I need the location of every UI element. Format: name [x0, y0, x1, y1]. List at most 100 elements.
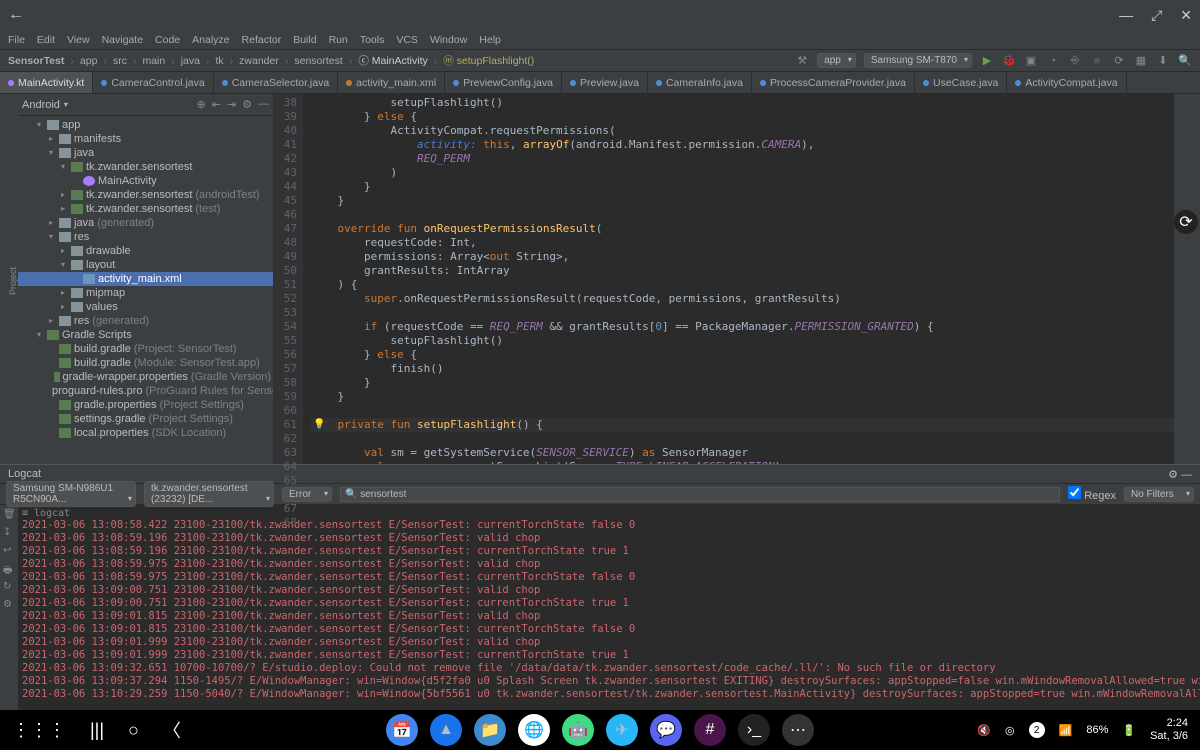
breadcrumb-project[interactable]: SensorTest — [8, 55, 64, 67]
notification-count[interactable]: 2 — [1029, 722, 1045, 738]
tree-node[interactable]: ▸drawable — [18, 244, 273, 258]
tab-CameraInfo.java[interactable]: CameraInfo.java — [648, 72, 752, 93]
debug-icon[interactable]: 🐞 — [1002, 54, 1016, 68]
breadcrumb-part[interactable]: tk — [215, 55, 223, 67]
left-tool-strip[interactable]: Project Resource Manager — [0, 94, 18, 464]
soft-wrap-icon[interactable]: ↩ — [3, 545, 15, 557]
minimize-icon[interactable]: — — [1119, 7, 1133, 24]
menu-navigate[interactable]: Navigate — [102, 34, 143, 46]
tree-node[interactable]: ▾res — [18, 230, 273, 244]
breadcrumb-part[interactable]: zwander — [239, 55, 279, 67]
menu-tools[interactable]: Tools — [360, 34, 385, 46]
tab-PreviewConfig.java[interactable]: PreviewConfig.java — [445, 72, 562, 93]
tree-node[interactable]: activity_main.xml — [18, 272, 273, 286]
restore-icon[interactable]: ⤢ — [1151, 7, 1162, 24]
refresh-overlay-icon[interactable]: ⟳ — [1174, 210, 1198, 234]
mute-icon[interactable]: 🔇 — [977, 724, 991, 737]
back-nav-icon[interactable]: 〈 — [163, 717, 181, 743]
logcat-device-dropdown[interactable]: Samsung SM-N986U1 R5CN90A... — [6, 481, 136, 507]
auto-app-icon[interactable]: ▲ — [430, 714, 462, 746]
tree-node[interactable]: ▾Gradle Scripts — [18, 328, 273, 342]
tree-node[interactable]: ▸res (generated) — [18, 314, 273, 328]
breadcrumb-method[interactable]: ⓜ setupFlashlight() — [443, 53, 534, 68]
menu-run[interactable]: Run — [329, 34, 348, 46]
menu-edit[interactable]: Edit — [37, 34, 55, 46]
logcat-level-dropdown[interactable]: Error — [282, 487, 332, 502]
breadcrumb-part[interactable]: java — [181, 55, 200, 67]
settings2-icon[interactable]: ⚙ — [3, 599, 15, 611]
tree-node[interactable]: proguard-rules.pro (ProGuard Rules for S… — [18, 384, 273, 398]
logcat-filter-dropdown[interactable]: No Filters — [1124, 487, 1194, 502]
tree-node[interactable]: settings.gradle (Project Settings) — [18, 412, 273, 426]
apps-icon[interactable]: ⋮⋮⋮ — [12, 720, 66, 741]
tree-node[interactable]: ▸values — [18, 300, 273, 314]
attach-icon[interactable]: ⎆ — [1068, 54, 1082, 68]
code-content[interactable]: setupFlashlight() } else { ActivityCompa… — [303, 94, 1174, 464]
logcat-hide-icon[interactable]: — — [1181, 469, 1192, 481]
tab-MainActivity.kt[interactable]: MainActivity.kt — [0, 72, 93, 93]
gear-icon[interactable]: ⚙ — [242, 98, 252, 111]
breadcrumb-part[interactable]: src — [113, 55, 127, 67]
tree-node[interactable]: ▾layout — [18, 258, 273, 272]
discord-app-icon[interactable]: 💬 — [650, 714, 682, 746]
menu-help[interactable]: Help — [479, 34, 501, 46]
menu-view[interactable]: View — [67, 34, 90, 46]
search-icon[interactable]: 🔍 — [1178, 54, 1192, 68]
tree-node[interactable]: ▸tk.zwander.sensortest (androidTest) — [18, 188, 273, 202]
close-icon[interactable]: ✕ — [1180, 7, 1192, 24]
more-apps-icon[interactable]: ⋯ — [782, 714, 814, 746]
calendar-app-icon[interactable]: 📅 — [386, 714, 418, 746]
menu-code[interactable]: Code — [155, 34, 180, 46]
logcat-title[interactable]: Logcat — [8, 468, 41, 480]
menu-refactor[interactable]: Refactor — [242, 34, 282, 46]
tree-node[interactable]: ▾app — [18, 118, 273, 132]
tree-node[interactable]: build.gradle (Project: SensorTest) — [18, 342, 273, 356]
telegram-app-icon[interactable]: ✈ — [606, 714, 638, 746]
profile-icon[interactable]: ◔ — [1046, 54, 1060, 68]
collapse-icon[interactable]: ⇤ — [212, 98, 221, 111]
menu-analyze[interactable]: Analyze — [192, 34, 229, 46]
sdk-icon[interactable]: ⬇ — [1156, 54, 1170, 68]
tab-CameraSelector.java[interactable]: CameraSelector.java — [214, 72, 338, 93]
menu-build[interactable]: Build — [293, 34, 316, 46]
tab-Preview.java[interactable]: Preview.java — [562, 72, 648, 93]
breadcrumb-part[interactable]: app — [80, 55, 98, 67]
breadcrumb[interactable]: SensorTest › app › src › main › java › t… — [8, 53, 534, 68]
run-icon[interactable]: ▶ — [980, 54, 994, 68]
error-strip[interactable] — [1174, 94, 1186, 464]
slack-app-icon[interactable]: # — [694, 714, 726, 746]
breadcrumb-part[interactable]: main — [142, 55, 165, 67]
project-tool-label[interactable]: Project — [8, 267, 18, 295]
expand-icon[interactable]: ⇥ — [227, 98, 236, 111]
restart-icon[interactable]: ↻ — [3, 581, 15, 593]
tree-node[interactable]: ▸mipmap — [18, 286, 273, 300]
back-arrow-icon[interactable]: ← — [8, 6, 24, 24]
log-output[interactable]: ≡ logcat2021-03-06 13:08:58.422 23100-23… — [18, 505, 1200, 712]
hide-icon[interactable]: — — [258, 98, 269, 111]
tree-node[interactable]: ▾java — [18, 146, 273, 160]
android-app-icon[interactable]: 🤖 — [562, 714, 594, 746]
tree-node[interactable]: gradle-wrapper.properties (Gradle Versio… — [18, 370, 273, 384]
tree-node[interactable]: local.properties (SDK Location) — [18, 426, 273, 440]
tree-node[interactable]: ▸tk.zwander.sensortest (test) — [18, 202, 273, 216]
scroll-end-icon[interactable]: ↧ — [3, 527, 15, 539]
breadcrumb-part[interactable]: sensortest — [294, 55, 342, 67]
tab-activity_main.xml[interactable]: activity_main.xml — [338, 72, 445, 93]
logcat-process-dropdown[interactable]: tk.zwander.sensortest (23232) [DE... — [144, 481, 274, 507]
device-dropdown[interactable]: Samsung SM-T870 — [864, 53, 972, 68]
chrome-app-icon[interactable]: 🌐 — [518, 714, 550, 746]
target-icon[interactable]: ⊕ — [196, 98, 205, 111]
clock[interactable]: 2:24 Sat, 3/6 — [1150, 717, 1188, 743]
code-editor[interactable]: 3839404142434445464748495051525354555657… — [273, 94, 1186, 464]
right-tool-strip[interactable] — [1186, 94, 1200, 464]
hammer-icon[interactable]: ⚒ — [795, 54, 809, 68]
panel-title[interactable]: Android — [22, 99, 60, 111]
avd-icon[interactable]: ▦ — [1134, 54, 1148, 68]
clear-icon[interactable]: 🗑 — [3, 509, 15, 521]
tree-node[interactable]: build.gradle (Module: SensorTest.app) — [18, 356, 273, 370]
tree-node[interactable]: ▸manifests — [18, 132, 273, 146]
tree-node[interactable]: ▸java (generated) — [18, 216, 273, 230]
home-icon[interactable]: ○ — [128, 720, 139, 741]
recents-icon[interactable]: ||| — [90, 720, 104, 741]
cast-icon[interactable]: ◎ — [1005, 724, 1015, 737]
